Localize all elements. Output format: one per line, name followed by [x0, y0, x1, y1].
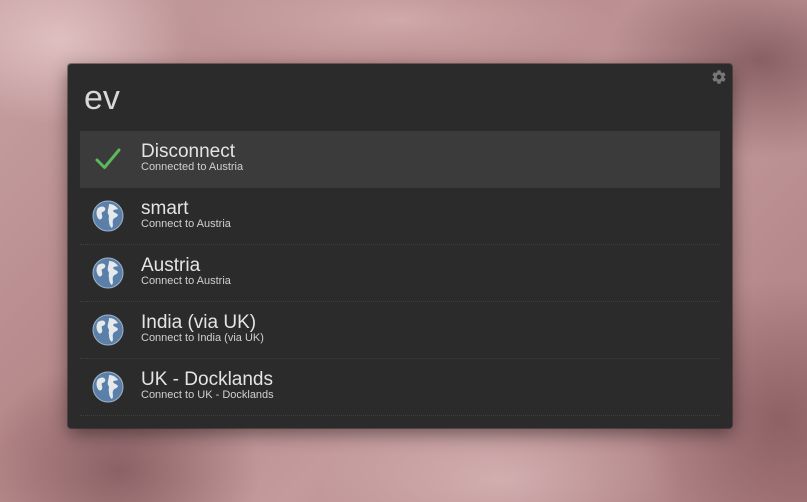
checkmark-icon [95, 148, 121, 169]
result-title: Austria [141, 255, 201, 276]
result-description: Connected to Austria [141, 161, 244, 173]
result-description: Connect to Austria [141, 275, 231, 287]
result-description: Connect to India (via UK) [141, 332, 264, 344]
search-input[interactable] [84, 76, 684, 120]
result-description: Connect to UK - Docklands [141, 389, 274, 401]
result-description: Connect to Austria [141, 218, 231, 230]
globe-icon [92, 257, 124, 289]
result-title: UK - Docklands [141, 369, 273, 390]
globe-icon [92, 200, 124, 232]
result-title: Disconnect [141, 141, 235, 162]
gear-icon[interactable] [711, 69, 727, 85]
results-list: Disconnect Connected to Austria smart Co… [80, 131, 720, 416]
result-title: India (via UK) [141, 312, 257, 333]
result-item-disconnect[interactable]: Disconnect Connected to Austria [80, 131, 720, 188]
result-item-uk-docklands[interactable]: UK - Docklands Connect to UK - Docklands [80, 359, 720, 416]
result-item-austria[interactable]: Austria Connect to Austria [80, 245, 720, 302]
launcher-window: Disconnect Connected to Austria smart Co… [68, 64, 732, 428]
globe-icon [92, 314, 124, 346]
result-item-smart[interactable]: smart Connect to Austria [80, 188, 720, 245]
result-title: smart [141, 198, 189, 219]
result-item-india-via-uk[interactable]: India (via UK) Connect to India (via UK) [80, 302, 720, 359]
globe-icon [92, 371, 124, 403]
